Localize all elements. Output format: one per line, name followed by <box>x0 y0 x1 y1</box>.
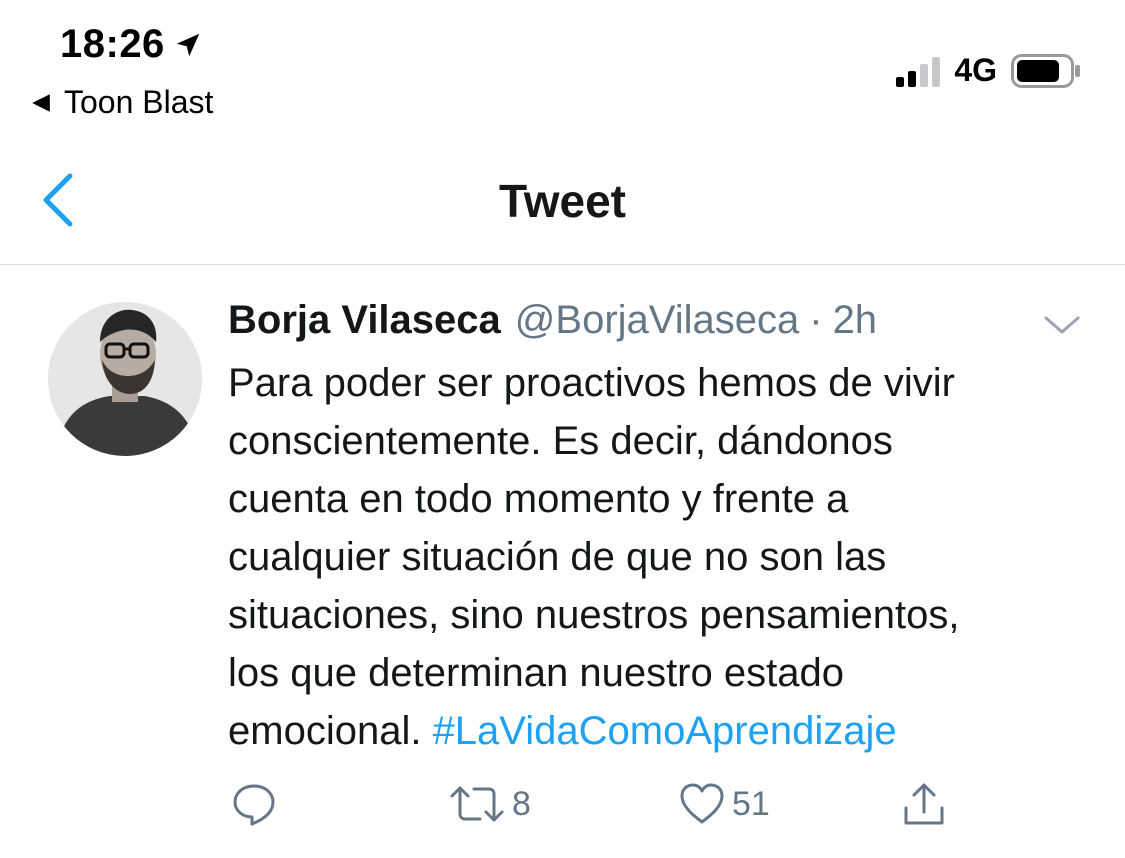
navigation-bar: Tweet <box>0 140 1125 265</box>
share-button[interactable] <box>900 780 948 828</box>
profile-photo <box>48 302 202 456</box>
hashtag-link[interactable]: #LaVidaComoAprendizaje <box>433 709 897 753</box>
author-handle[interactable]: @BorjaVilaseca <box>515 298 799 343</box>
meta-separator: · <box>809 298 823 342</box>
tweet-text-line: cualquier situación de que no son las <box>228 535 887 579</box>
reply-button[interactable] <box>230 780 278 828</box>
tweet-text-line: los que determinan nuestro estado <box>228 651 844 695</box>
tweet-options-button[interactable] <box>1042 310 1082 340</box>
chevron-down-icon <box>1044 316 1080 334</box>
tweet-text-last-line: emocional. #LaVidaComoAprendizaje <box>228 702 1098 760</box>
retweet-button[interactable]: 8 <box>448 780 531 828</box>
page-title: Tweet <box>499 175 626 227</box>
back-to-app[interactable]: Toon Blast <box>30 84 213 121</box>
tweet-header: Borja Vilaseca @BorjaVilaseca · 2h <box>228 298 877 343</box>
tweet-text: Para poder ser proactivos hemos de vivir… <box>228 354 1098 760</box>
battery-icon <box>1011 53 1080 88</box>
author-meta: @BorjaVilaseca · 2h <box>515 298 877 343</box>
author-name[interactable]: Borja Vilaseca <box>228 298 501 343</box>
status-time: 18:26 <box>60 22 203 67</box>
location-arrow-icon <box>176 33 200 56</box>
status-indicators: 4G <box>896 52 1081 89</box>
retweet-count: 8 <box>512 784 531 823</box>
tweet-text-line: situaciones, sino nuestros pensamientos, <box>228 593 960 637</box>
back-app-label: Toon Blast <box>64 84 214 120</box>
tweet-text-line: cuenta en todo momento y frente a <box>228 477 849 521</box>
tweet-text-tail: emocional. <box>228 709 422 753</box>
tweet-time: 2h <box>832 298 878 342</box>
reply-bubble-icon <box>233 784 275 826</box>
clock-text: 18:26 <box>60 22 165 66</box>
share-icon <box>904 783 944 825</box>
avatar[interactable] <box>48 302 202 456</box>
like-count: 51 <box>732 784 770 823</box>
tweet-text-line: conscientemente. Es decir, dándonos <box>228 419 893 463</box>
tweet-text-line: Para poder ser proactivos hemos de vivir <box>228 361 955 405</box>
like-button[interactable]: 51 <box>678 780 770 828</box>
network-type: 4G <box>954 52 997 88</box>
cellular-signal-icon <box>896 55 941 87</box>
back-triangle-icon <box>32 93 50 112</box>
heart-icon <box>680 783 724 824</box>
retweet-icon <box>450 786 504 822</box>
